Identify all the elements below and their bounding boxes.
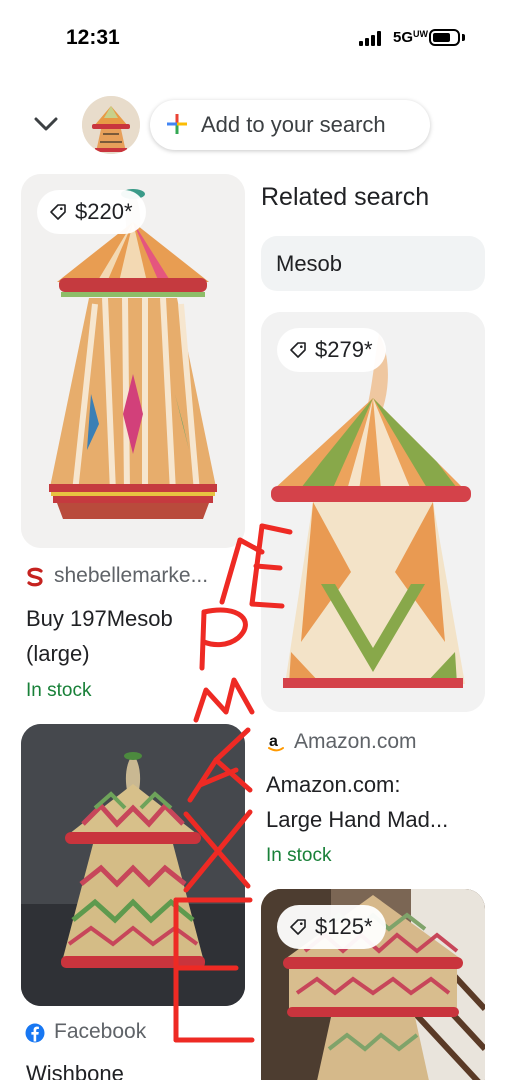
search-image-thumbnail[interactable] — [82, 96, 140, 154]
result-source-2[interactable]: Amazon.com — [294, 730, 417, 754]
result-title-1-line-2[interactable]: (large) — [26, 636, 90, 672]
related-search-chip-label: Mesob — [276, 251, 343, 276]
network-type: 5GUW — [393, 29, 429, 46]
shebelle-logo-icon — [27, 567, 43, 587]
price-tag-4: $125* — [277, 905, 386, 949]
status-bar: 12:31 5GUW — [0, 0, 506, 78]
result-source-1[interactable]: shebellemarke... — [54, 564, 208, 588]
svg-text:a: a — [269, 733, 278, 750]
result-source-3[interactable]: Facebook — [54, 1020, 146, 1044]
result-title-2-line-1[interactable]: Amazon.com: — [266, 767, 401, 803]
price-tag-1: $220* — [37, 190, 146, 234]
result-image-2[interactable] — [261, 312, 485, 712]
battery-tip — [462, 34, 465, 41]
stock-status-1: In stock — [26, 680, 92, 701]
battery-icon — [429, 29, 460, 46]
facebook-logo-icon — [25, 1023, 45, 1043]
result-title-1-line-1[interactable]: Buy 197Mesob — [26, 601, 173, 637]
result-title-2-line-2[interactable]: Large Hand Mad... — [266, 802, 448, 838]
price-tag-icon — [290, 919, 306, 935]
price-tag-icon — [50, 204, 66, 220]
cellular-signal-icon — [359, 31, 385, 46]
status-time: 12:31 — [66, 26, 120, 49]
chevron-down-icon[interactable] — [30, 108, 62, 140]
add-to-search-label: Add to your search — [201, 112, 386, 137]
amazon-logo-icon: a — [268, 733, 284, 752]
related-search-heading: Related search — [261, 183, 430, 211]
price-tag-icon — [290, 342, 306, 358]
result-title-3-line-1[interactable]: Wishbone — [26, 1056, 124, 1080]
price-tag-2: $279* — [277, 328, 386, 372]
google-plus-icon — [167, 114, 187, 134]
add-to-search-button[interactable]: Add to your search — [150, 100, 430, 150]
related-search-chip[interactable]: Mesob — [261, 236, 485, 291]
result-image-3[interactable] — [21, 724, 245, 1006]
stock-status-2: In stock — [266, 845, 332, 866]
